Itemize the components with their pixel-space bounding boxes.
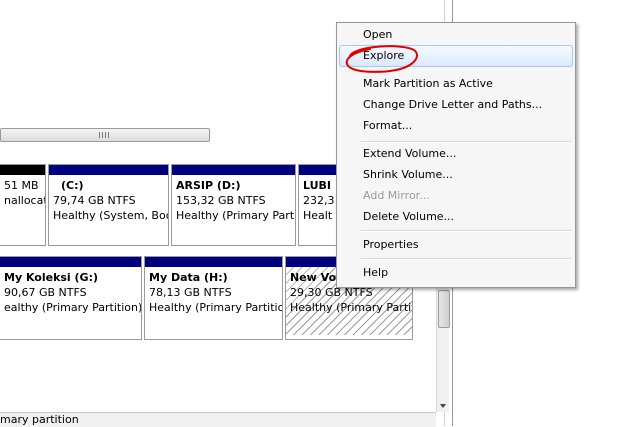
- menu-item-shrink-volume[interactable]: Shrink Volume...: [363, 165, 453, 185]
- menu-item-delete-volume[interactable]: Delete Volume...: [363, 207, 454, 227]
- partition-bar: [0, 257, 141, 267]
- vertical-scroll-thumb[interactable]: [438, 290, 450, 328]
- partition-status: Healthy (Primary Partition: [149, 301, 282, 314]
- partition-bar: [49, 165, 168, 175]
- menu-item-extend-volume[interactable]: Extend Volume...: [363, 144, 456, 164]
- legend-primary-partition: mary partition: [0, 413, 79, 426]
- partition-size: 51 MB: [4, 179, 39, 192]
- partition-unallocated[interactable]: 51 MB nallocat: [0, 164, 46, 246]
- partition-status: ealthy (Primary Partition): [4, 301, 141, 314]
- partition-c[interactable]: (C:) 79,74 GB NTFS Healthy (System, Boo: [48, 164, 169, 246]
- grip-icon: [99, 132, 109, 138]
- legend-bar: mary partition: [0, 412, 436, 427]
- partition-bar: [172, 165, 295, 175]
- menu-item-help[interactable]: Help: [363, 263, 388, 283]
- menu-item-open[interactable]: Open: [363, 25, 392, 45]
- partition-status: Healthy (Primary Partiti: [290, 301, 412, 314]
- menu-separator: [361, 258, 571, 260]
- partition-h[interactable]: My Data (H:) 78,13 GB NTFS Healthy (Prim…: [144, 256, 283, 340]
- partition-size: 90,67 GB NTFS: [4, 286, 87, 299]
- unallocated-bar: [0, 165, 45, 175]
- menu-item-add-mirror: Add Mirror...: [363, 189, 430, 202]
- partition-size: 78,13 GB NTFS: [149, 286, 232, 299]
- partition-name: (C:): [61, 179, 84, 192]
- menu-item-mark-active[interactable]: Mark Partition as Active: [363, 74, 493, 94]
- partition-d[interactable]: ARSIP (D:) 153,32 GB NTFS Healthy (Prima…: [171, 164, 296, 246]
- partition-size: 153,32 GB NTFS: [176, 194, 266, 207]
- partition-status: Healthy (Primary Partit: [176, 209, 295, 222]
- scroll-down-arrow-icon[interactable]: [440, 404, 446, 408]
- partition-g[interactable]: My Koleksi (G:) 90,67 GB NTFS ealthy (Pr…: [0, 256, 142, 340]
- partition-bar: [145, 257, 282, 267]
- partition-name: ARSIP (D:): [176, 179, 241, 192]
- menu-item-format[interactable]: Format...: [363, 116, 412, 136]
- partition-name: My Data (H:): [149, 271, 228, 284]
- red-circle-annotation: [345, 45, 418, 73]
- partition-status: nallocat: [4, 194, 45, 207]
- horizontal-scroll-thumb[interactable]: [0, 128, 210, 142]
- menu-separator: [361, 230, 571, 232]
- menu-item-properties[interactable]: Properties: [363, 235, 419, 255]
- partition-name: My Koleksi (G:): [4, 271, 99, 284]
- menu-item-change-drive-letter[interactable]: Change Drive Letter and Paths...: [363, 95, 542, 115]
- partition-status: Healthy (System, Boo: [53, 209, 168, 222]
- horizontal-scrollbar[interactable]: [0, 128, 212, 142]
- menu-separator: [361, 141, 571, 143]
- partition-size: 79,74 GB NTFS: [53, 194, 136, 207]
